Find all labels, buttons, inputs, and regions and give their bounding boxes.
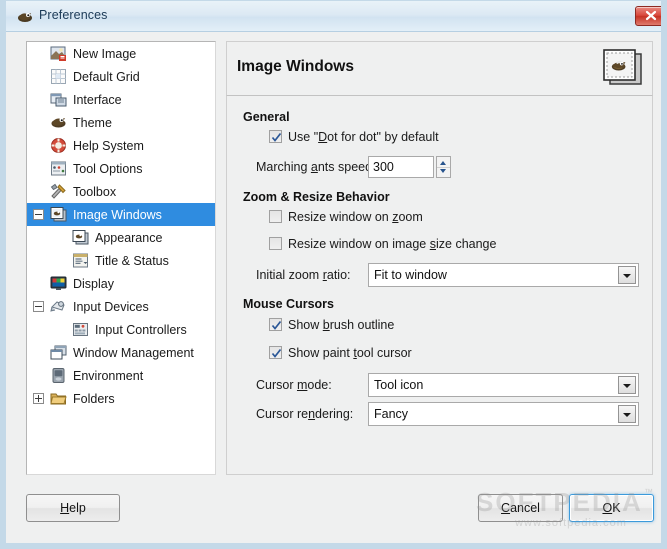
label-resize-window-on-zoom: Resize window on zoom (288, 210, 423, 224)
section-heading-zoom-resize: Zoom & Resize Behavior (243, 190, 390, 204)
toolbox-icon (50, 183, 67, 200)
dropdown-cursor-rendering-value: Fancy (374, 407, 409, 421)
sidebar-item-label: Input Controllers (95, 322, 187, 337)
sidebar-item-window-management[interactable]: Window Management (27, 341, 215, 364)
preferences-category-tree[interactable]: New Image Default Grid Interface Theme Help … (26, 41, 216, 475)
collapse-minus-icon[interactable] (33, 301, 44, 312)
sidebar-item-title-status[interactable]: Title & Status (27, 249, 215, 272)
section-heading-mouse-cursors: Mouse Cursors (243, 297, 334, 311)
sidebar-item-folders[interactable]: Folders (27, 387, 215, 410)
spinner-marching-ants-speed[interactable] (436, 156, 451, 178)
sidebar-item-image-windows[interactable]: Image Windows (27, 203, 215, 226)
gimp-wilber-icon (17, 9, 34, 25)
sidebar-item-label: Default Grid (73, 69, 140, 84)
checkbox-show-paint-tool-cursor[interactable] (269, 346, 282, 359)
sidebar-item-label: Toolbox (73, 184, 117, 199)
checkbox-resize-window-on-image-size-change[interactable] (269, 237, 282, 250)
folders-icon (50, 390, 67, 407)
sidebar-item-interface[interactable]: Interface (27, 88, 215, 111)
sidebar-item-label: Tool Options (73, 161, 143, 176)
input-devices-icon (50, 298, 67, 315)
title-status-icon (72, 252, 89, 269)
dropdown-cursor-mode[interactable]: Tool icon (368, 373, 639, 397)
dropdown-initial-zoom-ratio[interactable]: Fit to window (368, 263, 639, 287)
window-title: Preferences (39, 8, 108, 22)
sidebar-item-new-image[interactable]: New Image (27, 42, 215, 65)
dropdown-cursor-mode-value: Tool icon (374, 378, 424, 392)
input-marching-ants-speed[interactable] (368, 156, 434, 178)
sidebar-item-label: Image Windows (73, 207, 162, 222)
environment-icon (50, 367, 67, 384)
sidebar-item-appearance[interactable]: Appearance (27, 226, 215, 249)
sidebar-item-display[interactable]: Display (27, 272, 215, 295)
section-heading-general: General (243, 110, 290, 124)
help-button[interactable]: Help (26, 494, 120, 522)
sidebar-item-label: Interface (73, 92, 122, 107)
sidebar-item-default-grid[interactable]: Default Grid (27, 65, 215, 88)
sidebar-item-label: New Image (73, 46, 137, 61)
help-system-icon (50, 137, 67, 154)
sidebar-item-label: Folders (73, 391, 115, 406)
appearance-icon (72, 229, 89, 246)
preferences-window: Preferences New Image Default Grid Interfa… (0, 0, 667, 549)
label-cursor-mode: Cursor mode: (256, 378, 332, 392)
close-button[interactable] (635, 6, 661, 26)
page-title: Image Windows (237, 58, 354, 75)
chevron-down-icon[interactable] (618, 266, 636, 284)
label-cursor-rendering: Cursor rendering: (256, 407, 354, 421)
chevron-down-icon[interactable] (618, 405, 636, 423)
tool-options-icon (50, 160, 67, 177)
label-marching-ants-speed: Marching ants speed: (256, 160, 376, 174)
sidebar-item-theme[interactable]: Theme (27, 111, 215, 134)
sidebar-item-input-controllers[interactable]: Input Controllers (27, 318, 215, 341)
theme-icon (50, 114, 67, 131)
window-management-icon (50, 344, 67, 361)
sidebar-item-label: Display (73, 276, 114, 291)
panel-header: Image Windows (226, 41, 653, 96)
default-grid-icon (50, 68, 67, 85)
dialog-client-area: New Image Default Grid Interface Theme Help … (12, 32, 661, 543)
panel-body: General Use "Dot for dot" by default Mar… (226, 96, 653, 475)
label-show-brush-outline: Show brush outline (288, 318, 395, 332)
label-resize-window-on-image-size-change: Resize window on image size change (288, 237, 497, 251)
checkbox-resize-window-on-zoom[interactable] (269, 210, 282, 223)
checkbox-use-dot-for-dot[interactable] (269, 130, 282, 143)
label-show-paint-tool-cursor: Show paint tool cursor (288, 346, 412, 360)
sidebar-item-input-devices[interactable]: Input Devices (27, 295, 215, 318)
label-use-dot-for-dot: Use "Dot for dot" by default (288, 130, 439, 144)
sidebar-item-tool-options[interactable]: Tool Options (27, 157, 215, 180)
label-initial-zoom-ratio: Initial zoom ratio: (256, 268, 351, 282)
cancel-button[interactable]: Cancel (478, 494, 563, 522)
sidebar-item-label: Environment (73, 368, 144, 383)
sidebar-item-label: Title & Status (95, 253, 169, 268)
collapse-minus-icon[interactable] (33, 209, 44, 220)
sidebar-item-environment[interactable]: Environment (27, 364, 215, 387)
chevron-down-icon[interactable] (618, 376, 636, 394)
checkbox-show-brush-outline[interactable] (269, 318, 282, 331)
sidebar-item-label: Help System (73, 138, 144, 153)
dialog-button-bar: Help Cancel OK (12, 484, 661, 543)
sidebar-item-toolbox[interactable]: Toolbox (27, 180, 215, 203)
image-windows-icon (50, 206, 67, 223)
image-windows-preview-icon (600, 48, 644, 90)
dropdown-initial-zoom-ratio-value: Fit to window (374, 268, 447, 282)
title-bar: Preferences (6, 1, 661, 32)
expand-plus-icon[interactable] (33, 393, 44, 404)
preferences-content-panel: Image Windows General Use "Dot for dot" … (226, 41, 653, 475)
new-image-icon (50, 45, 67, 62)
ok-button[interactable]: OK (569, 494, 654, 522)
input-controllers-icon (72, 321, 89, 338)
sidebar-item-label: Window Management (73, 345, 194, 360)
display-icon (50, 275, 67, 292)
sidebar-item-label: Appearance (95, 230, 163, 245)
dropdown-cursor-rendering[interactable]: Fancy (368, 402, 639, 426)
interface-icon (50, 91, 67, 108)
sidebar-item-label: Theme (73, 115, 112, 130)
sidebar-item-help-system[interactable]: Help System (27, 134, 215, 157)
sidebar-item-label: Input Devices (73, 299, 149, 314)
